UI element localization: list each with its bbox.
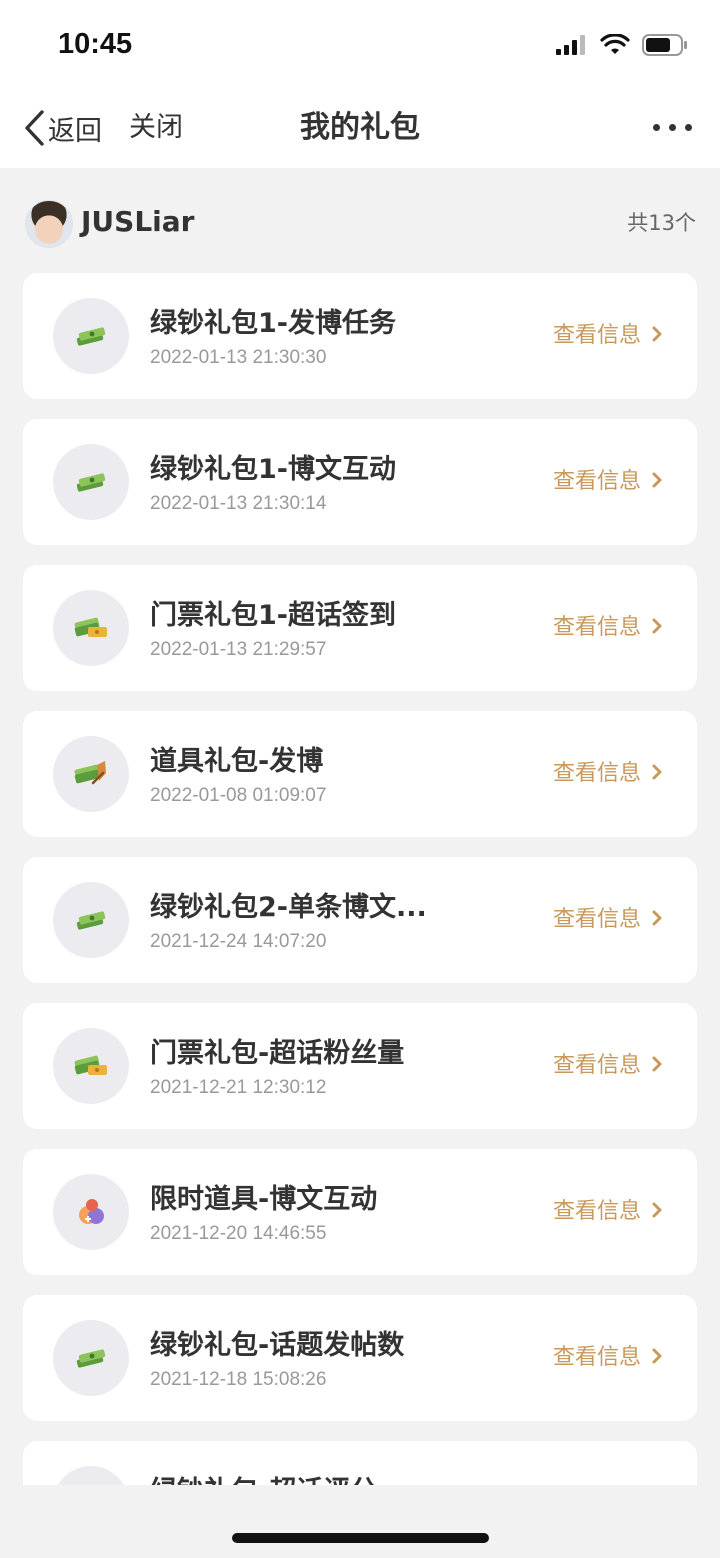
more-options-button[interactable] xyxy=(653,124,692,131)
gift-pack-date: 2022-01-13 21:29:57 xyxy=(150,639,327,660)
view-info-link[interactable]: 查看信息 xyxy=(553,1195,663,1229)
green-cash-icon xyxy=(53,1466,129,1485)
total-count: 共13个 xyxy=(627,211,696,235)
gift-pack-title: 绿钞礼包1-发博任务 xyxy=(150,308,396,339)
view-info-label: 查看信息 xyxy=(552,1199,641,1224)
gift-pack-date: 2022-01-13 21:30:14 xyxy=(150,493,327,514)
gift-pack-date: 2021-12-20 14:46:55 xyxy=(150,1223,327,1244)
gift-pack-list[interactable]: 绿钞礼包1-发博任务 2022-01-13 21:30:30 查看信息 绿钞礼包1-博… xyxy=(23,273,697,1485)
chevron-right-icon xyxy=(651,325,663,347)
gift-pack-card[interactable]: 绿钞礼包1-博文互动 2022-01-13 21:30:14 查看信息 xyxy=(23,419,697,545)
wifi-icon xyxy=(600,34,630,54)
ticket-cash-icon xyxy=(53,1028,129,1104)
more-dot-icon xyxy=(685,124,692,131)
prop-cash-icon xyxy=(53,736,129,812)
gift-pack-card[interactable]: 绿钞礼包-话题发帖数 2021-12-18 15:08:26 查看信息 xyxy=(23,1295,697,1421)
gift-pack-title: 门票礼包1-超话签到 xyxy=(150,600,396,631)
gift-pack-title: 绿钞礼包1-博文互动 xyxy=(150,454,396,485)
gift-pack-title: 限时道具-博文互动 xyxy=(150,1184,378,1215)
view-info-label: 查看信息 xyxy=(552,907,641,932)
view-info-link[interactable]: 查看信息 xyxy=(553,319,663,353)
chevron-right-icon xyxy=(651,617,663,639)
chevron-right-icon xyxy=(651,1055,663,1077)
gift-pack-card[interactable]: 限时道具-博文互动 2021-12-20 14:46:55 查看信息 xyxy=(23,1149,697,1275)
view-info-link[interactable]: 查看信息 xyxy=(553,611,663,645)
view-info-link[interactable]: 查看信息 xyxy=(553,903,663,937)
chevron-right-icon xyxy=(651,1201,663,1223)
chevron-right-icon xyxy=(651,763,663,785)
gift-pack-date: 2021-12-21 12:30:12 xyxy=(150,1077,327,1098)
view-info-label: 查看信息 xyxy=(552,323,641,348)
chevron-right-icon xyxy=(651,471,663,493)
status-time: 10:45 xyxy=(58,28,133,60)
gift-pack-date: 2021-12-24 14:07:20 xyxy=(150,931,327,952)
gift-pack-date: 2022-01-08 01:09:07 xyxy=(150,785,327,806)
limited-prop-icon xyxy=(53,1174,129,1250)
gift-pack-date: 2021-12-18 15:08:26 xyxy=(150,1369,327,1390)
cellular-signal-icon xyxy=(556,35,585,55)
gift-pack-title: 道具礼包-发博 xyxy=(150,746,324,777)
green-cash-icon xyxy=(53,882,129,958)
view-info-label: 查看信息 xyxy=(552,1053,641,1078)
more-dot-icon xyxy=(669,124,676,131)
view-info-label: 查看信息 xyxy=(552,761,641,786)
view-info-link[interactable]: 查看信息 xyxy=(553,1049,663,1083)
gift-pack-title: 绿钞礼包2-单条博文... xyxy=(150,892,427,923)
gift-pack-title: 门票礼包-超话粉丝量 xyxy=(150,1038,405,1069)
status-icons xyxy=(556,34,688,56)
navigation-bar: 返回 关闭 我的礼包 xyxy=(0,88,720,168)
status-bar: 10:45 xyxy=(0,0,720,88)
username: JUSLiar xyxy=(81,205,195,238)
gift-pack-card[interactable]: 绿钞礼包2-单条博文... 2021-12-24 14:07:20 查看信息 xyxy=(23,857,697,983)
gift-pack-date: 2022-01-13 21:30:30 xyxy=(150,347,327,368)
home-indicator xyxy=(232,1533,489,1543)
chevron-right-icon xyxy=(651,909,663,931)
gift-pack-card[interactable]: 道具礼包-发博 2022-01-08 01:09:07 查看信息 xyxy=(23,711,697,837)
more-dot-icon xyxy=(653,124,660,131)
green-cash-icon xyxy=(53,1320,129,1396)
chevron-right-icon xyxy=(651,1347,663,1369)
green-cash-icon xyxy=(53,444,129,520)
bottom-safe-area xyxy=(0,1485,720,1558)
page-title: 我的礼包 xyxy=(300,110,420,145)
green-cash-icon xyxy=(53,298,129,374)
gift-pack-card[interactable]: 绿钞礼包1-发博任务 2022-01-13 21:30:30 查看信息 xyxy=(23,273,697,399)
view-info-label: 查看信息 xyxy=(552,615,641,640)
gift-pack-card[interactable]: 门票礼包-超话粉丝量 2021-12-21 12:30:12 查看信息 xyxy=(23,1003,697,1129)
gift-pack-card[interactable]: 门票礼包1-超话签到 2022-01-13 21:29:57 查看信息 xyxy=(23,565,697,691)
battery-icon xyxy=(642,34,687,56)
view-info-label: 查看信息 xyxy=(552,469,641,494)
gift-pack-title: 绿钞礼包-超话评分 xyxy=(150,1473,377,1485)
gift-pack-title: 绿钞礼包-话题发帖数 xyxy=(150,1330,405,1361)
view-info-link[interactable]: 查看信息 xyxy=(553,757,663,791)
view-info-label: 查看信息 xyxy=(552,1345,641,1370)
ticket-cash-icon xyxy=(53,590,129,666)
user-summary: JUSLiar 共13个 xyxy=(0,168,720,268)
gift-pack-card[interactable]: 绿钞礼包-超话评分 xyxy=(23,1441,697,1485)
view-info-link[interactable]: 查看信息 xyxy=(553,465,663,499)
view-info-link[interactable]: 查看信息 xyxy=(553,1341,663,1375)
avatar[interactable] xyxy=(25,200,73,248)
